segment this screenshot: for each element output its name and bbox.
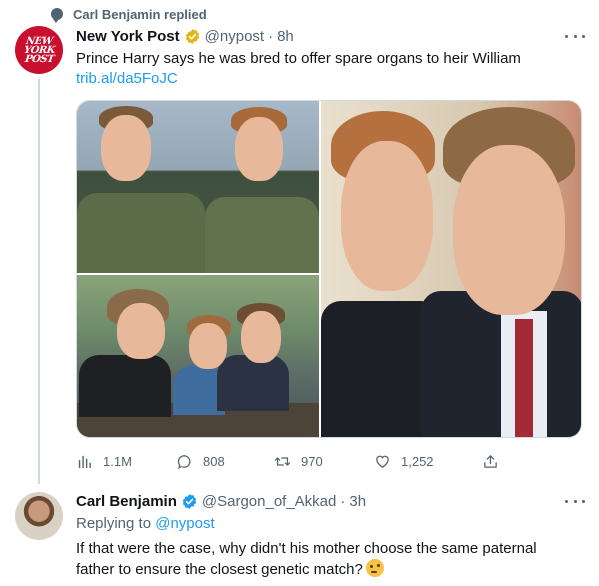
reply-more-options-icon[interactable] [565,497,585,505]
replying-to-prefix: Replying to [76,515,152,532]
gold-verified-badge-icon [185,29,199,44]
blue-verified-badge-icon [182,494,197,509]
carl-benjamin-avatar[interactable] [15,492,63,540]
more-options-icon[interactable] [565,32,585,40]
reply-count: 808 [203,453,225,469]
heart-icon [376,455,389,468]
retweet-icon [274,456,291,466]
reply-stat[interactable]: 808 [176,451,225,471]
retweet-stat[interactable]: 970 [274,451,323,471]
replying-to-handle[interactable]: @nypost [155,515,214,532]
views-bar-chart-icon [78,455,91,468]
reply-author-name[interactable]: Carl Benjamin [76,493,177,510]
photo-diana-with-sons[interactable] [77,275,319,437]
social-context-text: Carl Benjamin replied [73,6,207,22]
like-count: 1,252 [401,453,434,469]
tweet-timestamp[interactable]: 8h [277,28,294,45]
tweet-media-grid[interactable] [76,100,582,438]
separator-dot: · [268,28,274,45]
tweet-header: New York Post @nypost · 8h [76,28,294,45]
tweet-actions-bar: 1.1M 808 970 1,252 [76,451,506,471]
tweet-link[interactable]: trib.al/da5FoJC [76,69,178,89]
reply-header: Carl Benjamin @Sargon_of_Akkad · 3h [76,493,366,510]
share-icon [484,454,497,468]
nypost-avatar[interactable]: NEW YORK POST [15,26,63,74]
author-handle[interactable]: @nypost [205,28,264,45]
thinking-face-emoji-icon [365,559,384,577]
reply-author-handle[interactable]: @Sargon_of_Akkad [202,493,336,510]
like-stat[interactable]: 1,252 [374,451,434,471]
reply-icon [177,454,191,469]
reply-text: If that were the case, why didn't his mo… [76,540,537,578]
tweet-text: Prince Harry says he was bred to offer s… [76,50,521,67]
social-context[interactable]: Carl Benjamin replied [51,5,207,23]
views-stat[interactable]: 1.1M [76,451,132,471]
reply-bubble-icon [51,8,63,23]
thread-connector-line [38,79,40,484]
retweet-count: 970 [301,453,323,469]
photo-princes-portrait[interactable] [321,101,581,437]
replying-to-line: Replying to @nypost [76,515,215,532]
reply-timestamp[interactable]: 3h [349,493,366,510]
photo-princes-flight-suits[interactable] [77,101,319,273]
share-button[interactable] [482,451,509,471]
author-name[interactable]: New York Post [76,28,180,45]
reply-separator-dot: · [340,493,346,510]
views-count: 1.1M [103,453,132,469]
